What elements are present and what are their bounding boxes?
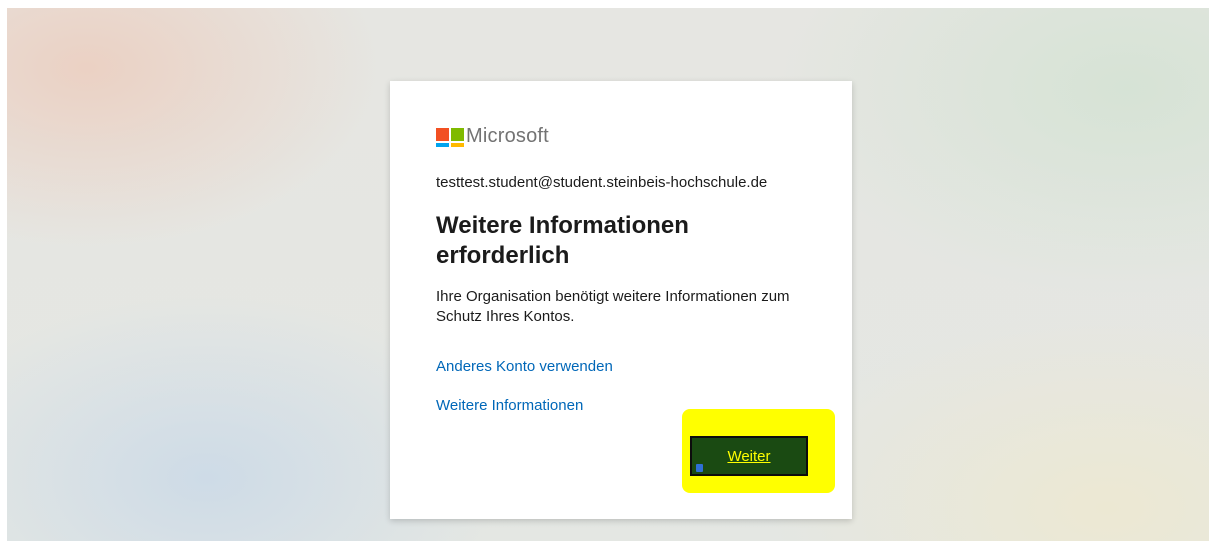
microsoft-logo: Microsoft [436,127,576,147]
account-identity: testtest.student@student.steinbeis-hochs… [436,174,768,191]
next-button-label: Weiter [727,447,771,465]
more-information-link[interactable]: Weitere Informationen [436,397,583,414]
logo-text: Microsoft [466,127,549,147]
next-button[interactable]: Weiter [690,436,808,476]
page-title: Weitere Informationen erforderlich [436,212,689,269]
description-text: Ihre Organisation benötigt weitere Infor… [436,288,790,325]
signin-card: Microsoft testtest.student@student.stein… [390,81,852,519]
microsoft-logo-icon [436,128,464,147]
use-another-account-link[interactable]: Anderes Konto verwenden [436,358,613,375]
cursor-mark-icon [696,464,703,472]
